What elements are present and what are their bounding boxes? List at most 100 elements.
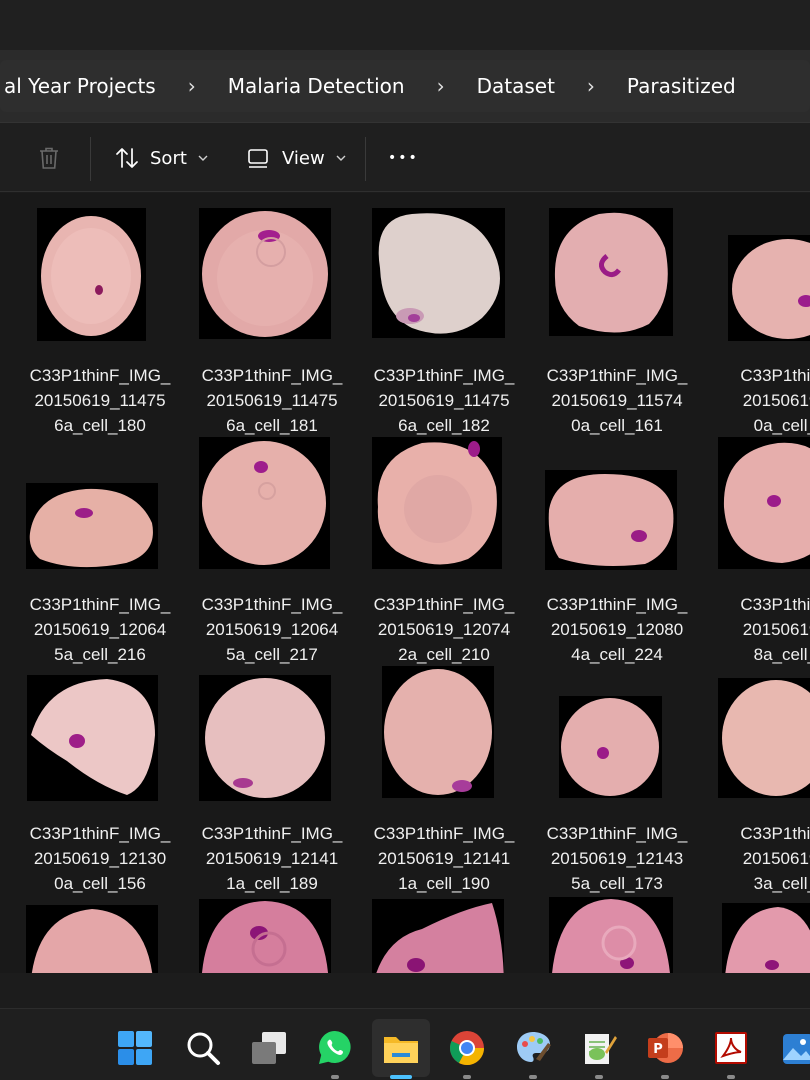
running-indicator	[529, 1075, 537, 1079]
running-indicator	[331, 1075, 339, 1079]
file-thumbnail	[728, 235, 810, 341]
whatsapp-button[interactable]	[306, 1019, 364, 1079]
notepad-button[interactable]	[570, 1019, 628, 1079]
file-thumbnail	[718, 678, 810, 798]
file-thumbnail	[199, 437, 330, 569]
taskbar: P	[0, 1008, 810, 1080]
delete-button[interactable]	[36, 123, 62, 193]
status-bar	[0, 973, 810, 1008]
file-name: C33P1thinF_IMG_ 20150619_12130 0a_cell_1…	[29, 824, 171, 893]
chevron-right-icon[interactable]: ›	[160, 74, 224, 98]
search-icon	[187, 1032, 220, 1065]
acrobat-icon	[715, 1032, 747, 1064]
sort-label: Sort	[150, 147, 187, 169]
file-name: C33P1thinF_IMG_ 20150619_11475 6a_cell_1…	[373, 366, 515, 435]
file-item[interactable]	[18, 895, 168, 973]
file-thumbnail	[382, 666, 494, 798]
file-item[interactable]: C33P1thinF_IMG_ 20150619_12064 5a_cell_2…	[190, 437, 342, 664]
file-item[interactable]: C33P1thinF_IMG_ 20150619_12130 0a_cell_1…	[18, 666, 170, 893]
breadcrumb-item-malaria-detection[interactable]: Malaria Detection	[224, 74, 409, 98]
file-item[interactable]: C33P1thinF_IMG_ 20150619_11574 0a_cell_1…	[535, 208, 687, 435]
more-icon: •••	[388, 150, 419, 166]
view-icon	[248, 149, 268, 168]
file-thumbnail	[199, 899, 331, 973]
breadcrumb-item-dataset[interactable]: Dataset	[473, 74, 559, 98]
file-thumbnail	[545, 470, 677, 570]
sort-button[interactable]: Sort	[114, 123, 209, 193]
notepad-icon	[585, 1034, 617, 1064]
powerpoint-icon: P	[648, 1033, 683, 1063]
file-item[interactable]: C33P1thinF_ 20150619_1 3a_cell_1	[708, 666, 810, 893]
file-item[interactable]: C33P1thinF_IMG_ 20150619_11475 6a_cell_1…	[190, 208, 342, 435]
file-name: C33P1thinF_IMG_ 20150619_12074 2a_cell_2…	[373, 595, 515, 664]
file-name: C33P1thinF_IMG_ 20150619_12064 5a_cell_2…	[29, 595, 171, 664]
breadcrumb-item-final-year-projects[interactable]: al Year Projects	[0, 74, 160, 98]
search-button[interactable]	[174, 1019, 232, 1077]
file-thumbnail	[722, 903, 810, 973]
file-name: C33P1thinF_IMG_ 20150619_12080 4a_cell_2…	[546, 595, 688, 664]
chrome-icon	[449, 1031, 484, 1065]
file-name: C33P1thinF_ 20150619_1 0a_cell_1	[740, 366, 810, 435]
file-thumbnail	[549, 897, 673, 973]
file-item[interactable]: C33P1thinF_ 20150619_1 0a_cell_1	[708, 208, 810, 435]
file-name: C33P1thinF_ 20150619_1 8a_cell_2	[740, 595, 810, 664]
task-view-button[interactable]	[240, 1019, 298, 1077]
running-indicator	[463, 1075, 471, 1079]
acrobat-button[interactable]	[702, 1019, 760, 1079]
breadcrumb[interactable]: al Year Projects › Malaria Detection › D…	[0, 60, 810, 112]
toolbar-divider	[365, 137, 366, 181]
breadcrumb-item-parasitized[interactable]: Parasitized	[623, 74, 740, 98]
running-indicator	[661, 1075, 669, 1079]
file-name: C33P1thinF_ 20150619_1 3a_cell_1	[740, 824, 810, 893]
whatsapp-icon	[319, 1031, 351, 1064]
file-thumbnail	[26, 905, 158, 973]
file-thumbnail	[27, 675, 158, 801]
chrome-button[interactable]	[438, 1019, 496, 1079]
file-grid[interactable]: C33P1thinF_IMG_ 20150619_11475 6a_cell_1…	[0, 193, 810, 973]
view-label: View	[282, 147, 325, 169]
more-options-button[interactable]: •••	[388, 123, 419, 193]
file-thumbnail	[372, 899, 504, 973]
file-item[interactable]: C33P1thinF_IMG_ 20150619_12143 5a_cell_1…	[535, 666, 687, 893]
photos-button[interactable]	[768, 1019, 810, 1077]
file-name: C33P1thinF_IMG_ 20150619_11475 6a_cell_1…	[29, 366, 171, 435]
photos-icon	[783, 1034, 810, 1064]
file-item[interactable]: C33P1thinF_ 20150619_1 8a_cell_2	[708, 437, 810, 664]
sort-icon	[116, 148, 138, 168]
file-thumbnail	[199, 208, 331, 339]
file-explorer-icon	[384, 1037, 418, 1063]
file-thumbnail	[559, 696, 662, 798]
chevron-right-icon[interactable]: ›	[559, 74, 623, 98]
file-item[interactable]	[362, 895, 512, 973]
paint-button[interactable]	[504, 1019, 562, 1079]
file-thumbnail	[718, 437, 810, 569]
file-explorer-button[interactable]	[372, 1019, 430, 1079]
file-name: C33P1thinF_IMG_ 20150619_12064 5a_cell_2…	[201, 595, 343, 664]
file-thumbnail	[199, 675, 331, 801]
file-name: C33P1thinF_IMG_ 20150619_12141 1a_cell_1…	[373, 824, 515, 893]
file-item[interactable]	[535, 895, 685, 973]
file-item[interactable]	[190, 895, 340, 973]
file-item[interactable]: C33P1thinF_IMG_ 20150619_11475 6a_cell_1…	[362, 208, 514, 435]
file-thumbnail	[372, 437, 502, 569]
file-thumbnail	[372, 208, 505, 338]
file-item[interactable]: C33P1thinF_IMG_ 20150619_12141 1a_cell_1…	[190, 666, 342, 893]
task-view-icon	[252, 1032, 286, 1064]
view-button[interactable]: View	[246, 123, 347, 193]
file-name: C33P1thinF_IMG_ 20150619_11574 0a_cell_1…	[546, 366, 688, 435]
file-item[interactable]: C33P1thinF_IMG_ 20150619_12074 2a_cell_2…	[362, 437, 514, 664]
file-item[interactable]: C33P1thinF_IMG_ 20150619_12141 1a_cell_1…	[362, 666, 514, 893]
file-item[interactable]: C33P1thinF_IMG_ 20150619_12064 5a_cell_2…	[18, 437, 170, 664]
command-bar: Sort View •••	[0, 122, 810, 192]
file-item[interactable]	[708, 895, 810, 973]
windows-start-icon	[118, 1031, 152, 1065]
chevron-down-icon	[198, 155, 208, 161]
file-item[interactable]: C33P1thinF_IMG_ 20150619_11475 6a_cell_1…	[18, 208, 170, 435]
file-thumbnail	[26, 483, 158, 569]
chevron-right-icon[interactable]: ›	[409, 74, 473, 98]
running-indicator	[727, 1075, 735, 1079]
file-item[interactable]: C33P1thinF_IMG_ 20150619_12080 4a_cell_2…	[535, 437, 687, 664]
start-button[interactable]	[106, 1019, 164, 1077]
toolbar-divider	[90, 137, 91, 181]
powerpoint-button[interactable]: P	[636, 1019, 694, 1079]
